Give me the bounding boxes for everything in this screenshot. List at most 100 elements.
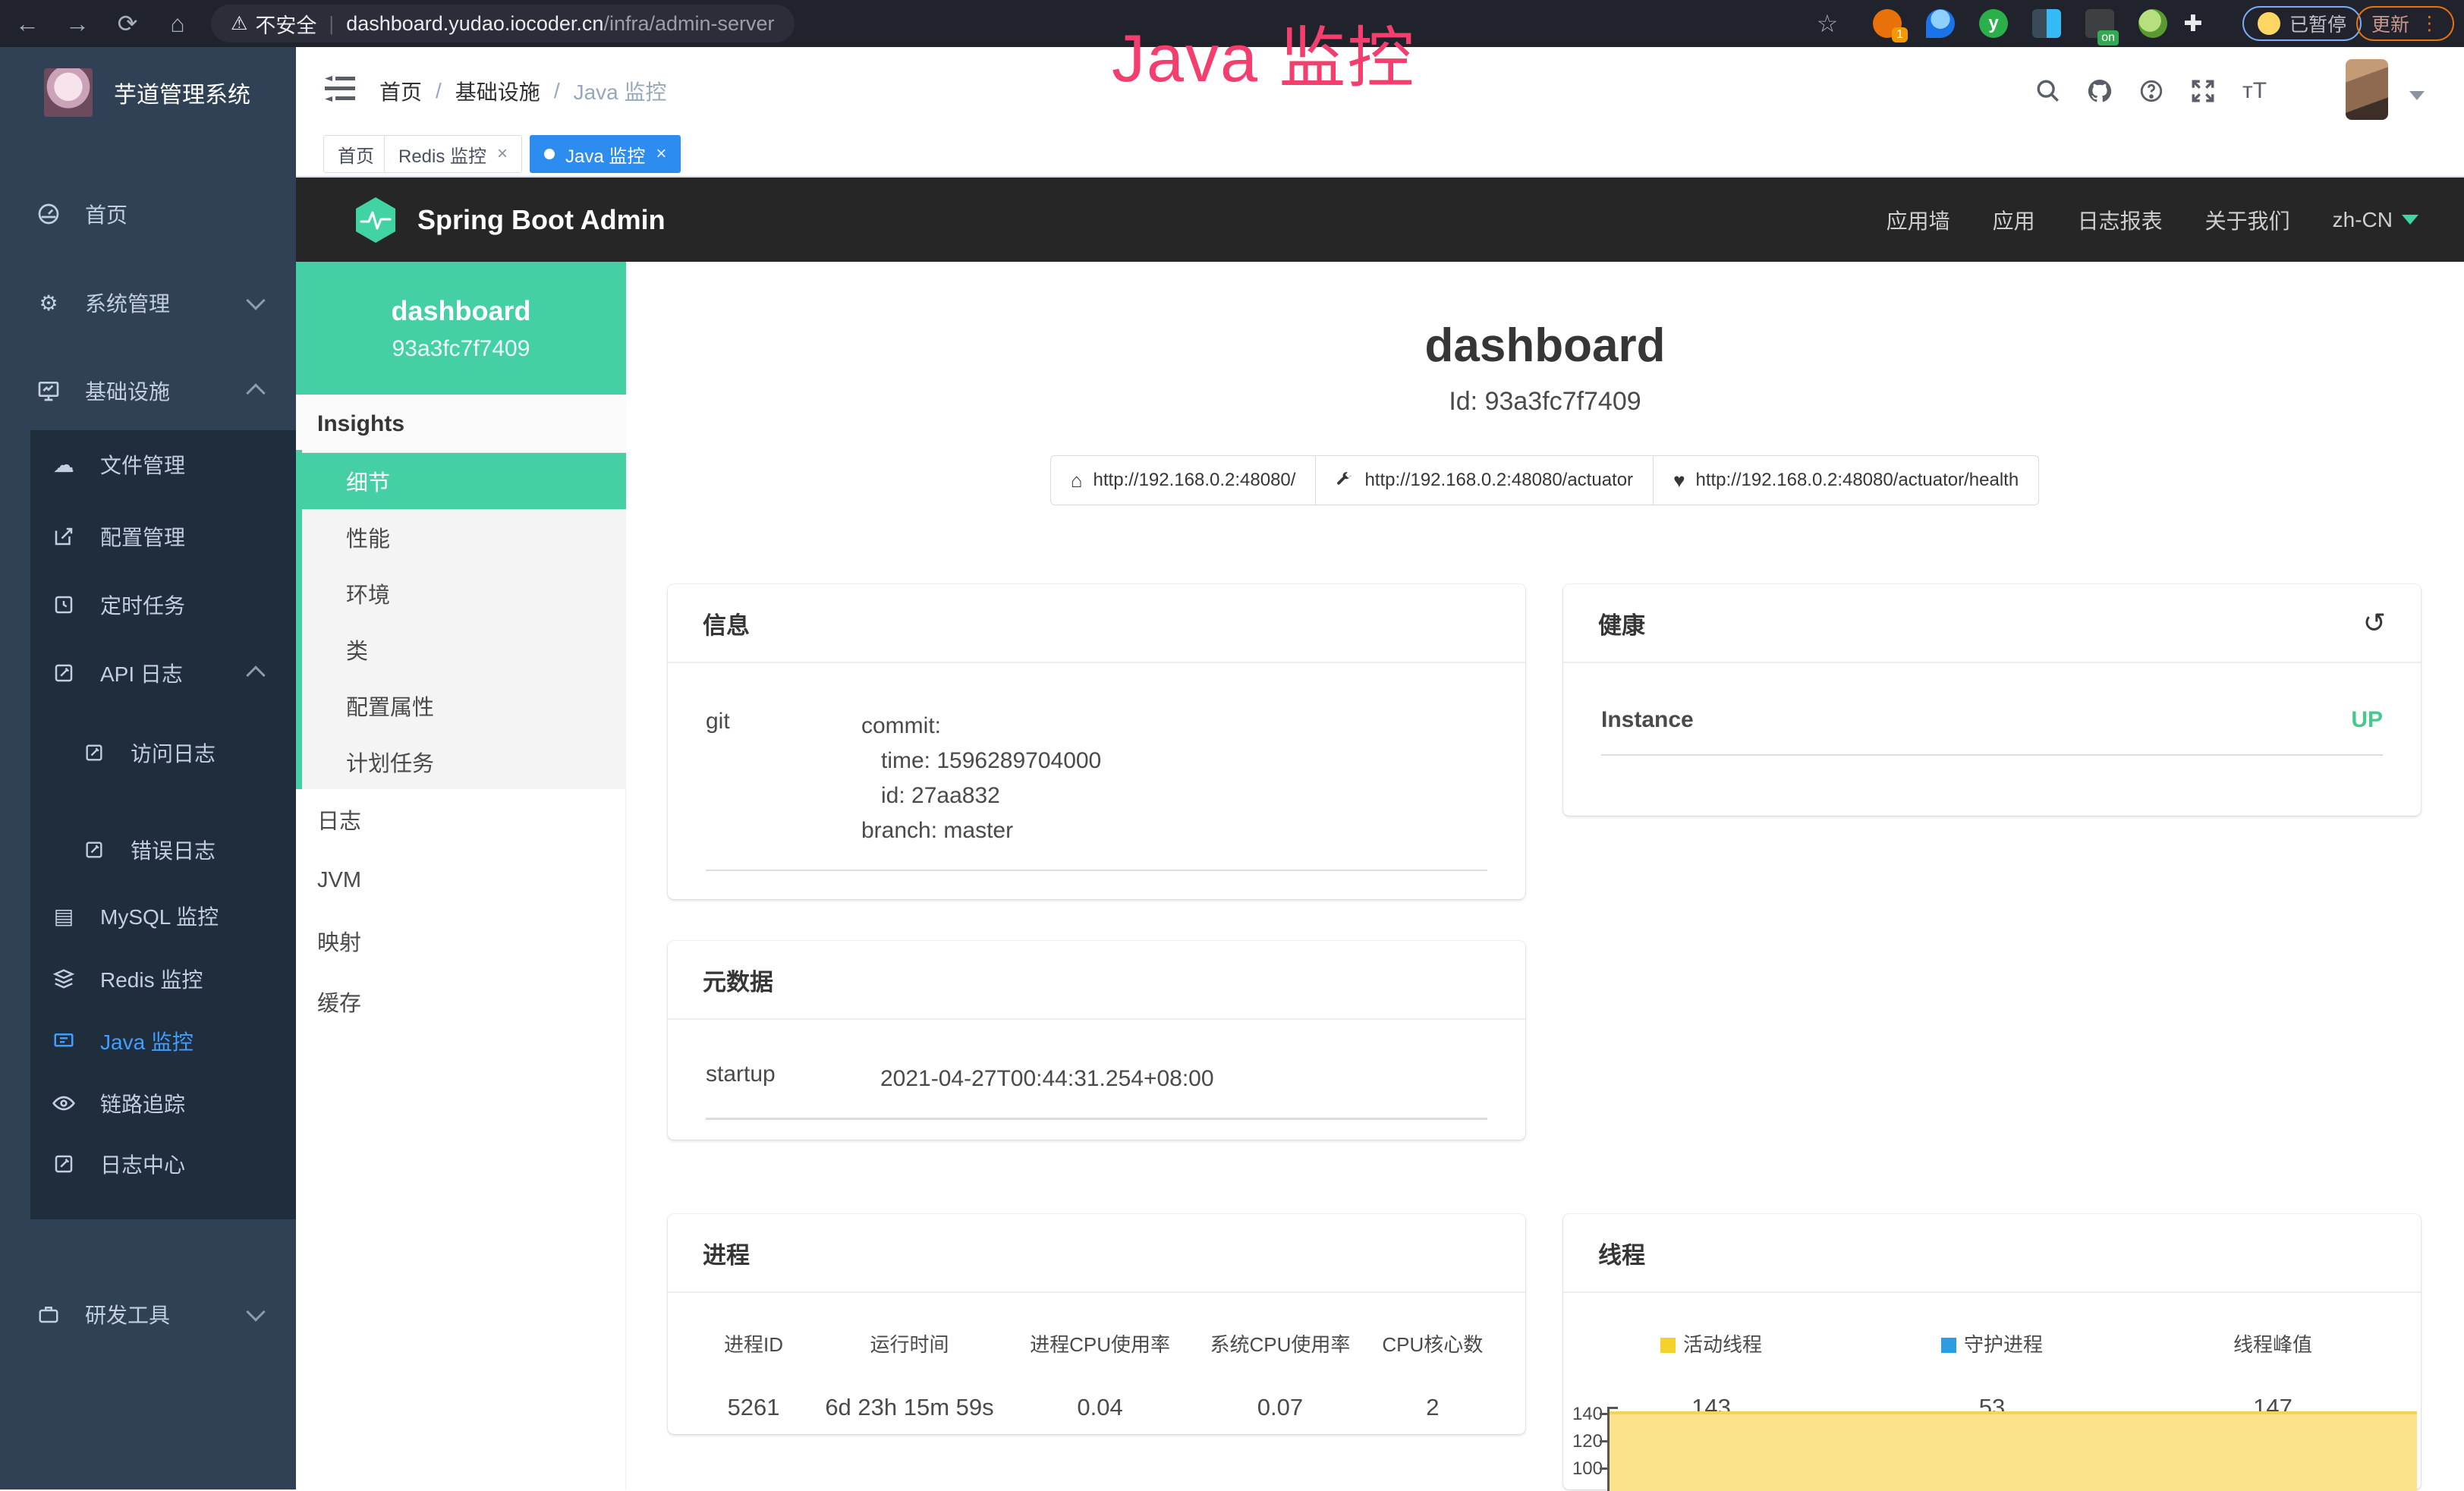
eye-icon — [50, 1090, 77, 1117]
menu-item-caches[interactable]: 缓存 — [296, 971, 626, 1032]
legend-live: 活动线程 — [1571, 1329, 1852, 1357]
insight-label: 环境 — [346, 577, 390, 609]
sidebar-item-config[interactable]: 配置管理 — [0, 506, 296, 567]
help-icon[interactable] — [2130, 70, 2173, 112]
browser-home-icon[interactable]: ⌂ — [156, 0, 199, 47]
sba-nav-wallboard[interactable]: 应用墙 — [1887, 205, 1950, 235]
sidebar-item-home[interactable]: 首页 — [0, 184, 296, 244]
insight-label: 配置属性 — [346, 690, 434, 722]
home-icon: ⌂ — [1071, 469, 1083, 492]
sba-locale-select[interactable]: zh-CN — [2333, 208, 2418, 232]
sba-navbar: Spring Boot Admin 应用墙 应用 日志报表 关于我们 zh-CN — [296, 178, 2464, 262]
col-value: 2 — [1370, 1394, 1495, 1421]
health-url-button[interactable]: ♥ http://192.168.0.2:48080/actuator/heal… — [1653, 455, 2039, 505]
sidebar-item-label: 首页 — [85, 199, 127, 229]
insight-item-metrics[interactable]: 性能 — [296, 509, 626, 565]
sidebar-item-system[interactable]: ⚙ 系统管理 — [0, 272, 296, 333]
insight-item-scheduled-tasks[interactable]: 计划任务 — [296, 734, 626, 790]
sidebar-item-access-log[interactable]: 访问日志 — [0, 722, 296, 783]
breadcrumb-infra[interactable]: 基础设施 — [455, 76, 540, 106]
tab-java-monitor[interactable]: Java 监控 × — [530, 135, 681, 173]
menu-item-logfile[interactable]: 日志 — [296, 789, 626, 850]
git-id-line: id: 27aa832 — [861, 779, 1487, 813]
extension-list-icon[interactable]: on — [2085, 9, 2114, 38]
browser-reload-icon[interactable]: ⟳ — [106, 0, 149, 47]
browser-forward-icon[interactable]: → — [56, 0, 99, 47]
sidebar-item-label: 文件管理 — [100, 449, 185, 480]
extension-pin-icon[interactable] — [1926, 9, 1955, 38]
address-bar[interactable]: ⚠ 不安全 | dashboard.yudao.iocoder.cn/infra… — [211, 5, 795, 42]
health-instance-row[interactable]: Instance UP — [1563, 707, 2421, 733]
info-value: commit: time: 1596289704000 id: 27aa832 … — [861, 709, 1487, 848]
monitor-icon — [35, 377, 62, 404]
sidebar-item-error-log[interactable]: 错误日志 — [0, 819, 296, 880]
github-icon[interactable] — [2079, 70, 2121, 112]
instance-header[interactable]: dashboard 93a3fc7f7409 — [296, 262, 626, 395]
sba-nav-applications[interactable]: 应用 — [1993, 205, 2035, 235]
sidebar-item-jobs[interactable]: 定时任务 — [0, 574, 296, 635]
menu-label: 缓存 — [317, 986, 361, 1018]
insight-item-details[interactable]: 细节 — [296, 453, 626, 509]
col-value: 5261 — [698, 1394, 809, 1421]
active-dot-icon — [544, 149, 555, 159]
bookmark-star-icon[interactable]: ☆ — [1806, 0, 1849, 47]
sidebar-item-api-log[interactable]: API 日志 — [0, 643, 296, 703]
sidebar-item-dev-tools[interactable]: 研发工具 — [0, 1284, 296, 1345]
info-key: git — [706, 709, 861, 848]
menu-item-jvm[interactable]: JVM — [296, 850, 626, 911]
app-sidebar: 芋道管理系统 首页 ⚙ 系统管理 基础设施 ☁ 文件管理 配置管理 定时任务 A… — [0, 47, 296, 1489]
insight-item-environment[interactable]: 环境 — [296, 565, 626, 621]
profile-paused-pill[interactable]: 已暂停 — [2242, 6, 2362, 41]
update-browser-pill[interactable]: 更新 ⋮ — [2356, 6, 2454, 41]
sba-nav-about[interactable]: 关于我们 — [2205, 205, 2290, 235]
sidebar-item-log-center[interactable]: 日志中心 — [0, 1134, 296, 1194]
close-icon[interactable]: × — [656, 143, 666, 165]
sidebar-item-label: API 日志 — [100, 658, 183, 688]
hamburger-menu-icon[interactable] — [325, 76, 355, 102]
tick-mark — [1600, 1467, 1607, 1470]
sidebar-item-mysql[interactable]: ▤ MySQL 监控 — [0, 885, 296, 946]
breadcrumb-home[interactable]: 首页 — [379, 76, 422, 106]
extension-y-icon[interactable]: y — [1979, 9, 2008, 38]
sidebar-item-java-monitor[interactable]: Java 监控 — [0, 1011, 296, 1071]
user-avatar[interactable] — [2346, 59, 2388, 120]
font-size-icon[interactable]: ᴛT — [2233, 70, 2276, 112]
tab-home[interactable]: 首页 — [323, 135, 389, 173]
extension-leaf-icon[interactable] — [2138, 9, 2167, 38]
history-clock-icon — [50, 591, 77, 618]
cloud-upload-icon: ☁ — [50, 451, 77, 478]
sba-nav-journal[interactable]: 日志报表 — [2078, 205, 2163, 235]
info-card-header: 信息 — [668, 584, 1525, 663]
sidebar-item-infra[interactable]: 基础设施 — [0, 360, 296, 421]
avatar-caret-icon — [2409, 91, 2425, 100]
sba-brand-title[interactable]: Spring Boot Admin — [417, 204, 666, 236]
actuator-url-button[interactable]: http://192.168.0.2:48080/actuator — [1315, 455, 1654, 505]
close-icon[interactable]: × — [497, 143, 508, 165]
paused-label: 已暂停 — [2289, 10, 2346, 37]
extensions-puzzle-icon[interactable]: ✚ — [2172, 0, 2214, 47]
sidebar-item-tracing[interactable]: 链路追踪 — [0, 1073, 296, 1134]
search-icon[interactable] — [2027, 70, 2069, 112]
sidebar-item-redis[interactable]: Redis 监控 — [0, 948, 296, 1009]
extension-badge: 1 — [1892, 27, 1908, 42]
extension-grid-icon[interactable] — [2032, 9, 2061, 38]
sidebar-item-files[interactable]: ☁ 文件管理 — [0, 434, 296, 495]
insight-item-classes[interactable]: 类 — [296, 621, 626, 678]
browser-back-icon[interactable]: ← — [6, 0, 49, 47]
fullscreen-icon[interactable] — [2182, 70, 2224, 112]
insight-item-configprops[interactable]: 配置属性 — [296, 678, 626, 734]
git-branch-line: branch: master — [861, 813, 1487, 848]
tab-redis-monitor[interactable]: Redis 监控 × — [384, 135, 522, 173]
update-label: 更新 — [2371, 10, 2409, 37]
history-icon[interactable]: ↺ — [2363, 607, 2386, 639]
extension-icon-1[interactable]: 1 — [1873, 9, 1902, 38]
browser-menu-kebab-icon[interactable]: ⋮ — [2420, 12, 2439, 35]
chevron-down-icon — [246, 1302, 265, 1321]
menu-item-mappings[interactable]: 映射 — [296, 911, 626, 971]
tab-label: Redis 监控 — [398, 141, 486, 168]
security-label[interactable]: 不安全 — [255, 9, 316, 39]
app-logo-row[interactable]: 芋道管理系统 — [0, 62, 296, 123]
instance-link-group: ⌂ http://192.168.0.2:48080/ http://192.1… — [626, 455, 2464, 505]
sidebar-item-label: 研发工具 — [85, 1299, 170, 1329]
service-url-button[interactable]: ⌂ http://192.168.0.2:48080/ — [1050, 455, 1317, 505]
